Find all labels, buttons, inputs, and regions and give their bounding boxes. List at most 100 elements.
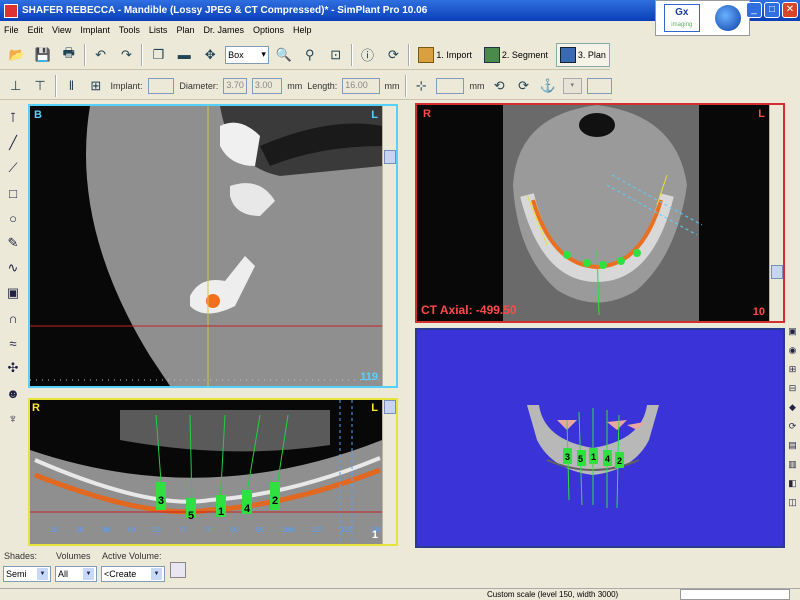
extra-unit: mm [469, 80, 485, 91]
info-icon[interactable]: ⓘ [357, 44, 379, 66]
maximize-button[interactable]: □ [764, 2, 780, 18]
3d-cube-icon[interactable]: ▣ [786, 325, 799, 338]
volumes-select[interactable]: All ▼ [55, 566, 97, 582]
implant-align-icon[interactable]: ‖ [62, 75, 81, 97]
import-icon [418, 46, 435, 63]
menu-tools[interactable]: Tools [119, 25, 140, 35]
bottom-controls: Shades: Semi ▼ Volumes All ▼ Active Volume… [0, 548, 800, 588]
3d-bookmark-icon[interactable]: ◆ [786, 401, 799, 414]
minimize-button[interactable]: _ [746, 2, 762, 18]
3d-layers-icon[interactable]: ▥ [786, 458, 799, 471]
implant-label: 1 [591, 452, 597, 462]
menu-help[interactable]: Help [293, 25, 312, 35]
vendor-logo: Gx imaging [655, 0, 750, 36]
cube-tool-icon[interactable]: ▣ [3, 283, 23, 303]
orientation-left: B [34, 109, 42, 121]
panoramic-view[interactable]: R L 3 5 1 4 2 10 20 30 40 50 60 70 80 90… [28, 398, 398, 546]
add-implant-icon[interactable]: ⊥ [6, 75, 25, 97]
active-volume-select[interactable]: <Create ▼ [101, 566, 165, 582]
diameter-field-2[interactable]: 3.00 [251, 77, 283, 94]
3d-rotate-icon[interactable]: ⟳ [786, 420, 799, 433]
menu-file[interactable]: File [4, 25, 19, 35]
pan-icon[interactable]: ✥ [199, 44, 221, 66]
implant-library-icon[interactable]: ⊞ [86, 75, 105, 97]
move-tool-icon[interactable]: ✣ [3, 358, 23, 378]
redo-icon[interactable]: ↷ [116, 44, 138, 66]
3d-view[interactable]: 3 5 1 4 2 [415, 328, 785, 548]
axial-scrollbar[interactable] [769, 105, 783, 321]
arch-tool-icon[interactable]: ∩ [3, 308, 23, 328]
length-field[interactable]: 16.00 [342, 77, 380, 94]
3d-box-icon[interactable]: ▤ [786, 439, 799, 452]
cross-section-scrollbar[interactable] [382, 106, 396, 386]
implant-label: 4 [244, 503, 251, 515]
measure-icon[interactable]: ⚲ [299, 44, 321, 66]
close-button[interactable]: ✕ [782, 2, 798, 18]
menu-view[interactable]: View [52, 25, 71, 35]
menu-dr-james[interactable]: Dr. James [203, 25, 244, 35]
axial-view[interactable]: R L CT Axial: -499.50 10 [415, 103, 785, 323]
segment-step-button[interactable]: 2. Segment [480, 43, 552, 67]
zoom-icon[interactable]: 🔍 [273, 44, 295, 66]
contrast-icon[interactable]: ▬ [173, 44, 195, 66]
tilt-icon[interactable]: ⟳ [514, 75, 533, 97]
rectangle-tool-icon[interactable]: □ [3, 183, 23, 203]
step-field[interactable] [586, 77, 613, 94]
panoramic-scrollbar[interactable] [382, 400, 396, 544]
menu-options[interactable]: Options [253, 25, 284, 35]
segment-icon [483, 46, 500, 63]
scrollbar-thumb[interactable] [384, 150, 396, 164]
implant-abutment-icon[interactable]: ⊤ [30, 75, 49, 97]
gx-imaging-logo: Gx imaging [663, 4, 700, 32]
scrollbar-thumb[interactable] [384, 400, 396, 414]
3d-eye-icon[interactable]: ◉ [786, 344, 799, 357]
shades-select[interactable]: Semi ▼ [3, 566, 51, 582]
implant-tool-icon[interactable]: ⊺ [3, 108, 23, 128]
length-unit: mm [384, 80, 400, 91]
3d-view-icon[interactable]: ⊞ [786, 363, 799, 376]
position-icon[interactable]: ⊹ [412, 75, 431, 97]
import-step-button[interactable]: 1. Import [414, 43, 476, 67]
polyline-tool-icon[interactable]: ⟋ [3, 158, 23, 178]
anchor-icon[interactable]: ⚓ [538, 75, 557, 97]
menu-bar: File Edit View Implant Tools Lists Plan … [0, 21, 655, 38]
slice-number: 10 [752, 306, 765, 318]
menu-implant[interactable]: Implant [80, 25, 110, 35]
color-picker-icon[interactable] [170, 562, 186, 578]
refresh-icon[interactable]: ⟳ [382, 44, 404, 66]
tooth-tool-icon[interactable]: ♆ [3, 408, 23, 428]
menu-edit[interactable]: Edit [28, 25, 44, 35]
status-field [680, 589, 790, 600]
3d-view-alt-icon[interactable]: ⊟ [786, 382, 799, 395]
fit-window-icon[interactable]: ⊡ [325, 44, 347, 66]
selection-mode-select[interactable]: Box ▾ [225, 45, 269, 64]
menu-lists[interactable]: Lists [149, 25, 168, 35]
undo-icon[interactable]: ↶ [90, 44, 112, 66]
user-tool-icon[interactable]: ☻ [3, 383, 23, 403]
nerve-tool-icon[interactable]: ≈ [3, 333, 23, 353]
curve-tool-icon[interactable]: ∿ [3, 258, 23, 278]
open-icon[interactable]: 📂 [6, 44, 28, 66]
cross-section-view[interactable]: B L 119 [28, 104, 398, 388]
implant-label: 3 [158, 495, 165, 507]
copy-icon[interactable]: ❐ [147, 44, 169, 66]
rotate-icon[interactable]: ⟲ [489, 75, 508, 97]
annotation-tool-icon[interactable]: ✎ [3, 233, 23, 253]
plan-step-button[interactable]: 3. Plan [555, 42, 610, 67]
scrollbar-thumb[interactable] [771, 265, 783, 279]
diameter-field-1[interactable]: 3.70 [223, 77, 247, 94]
3d-reset-icon[interactable]: ◫ [786, 496, 799, 509]
status-text: Custom scale (level 150, width 3000) [487, 590, 619, 599]
step-stepper[interactable]: ▾ [562, 77, 582, 94]
shades-label: Shades: [4, 551, 38, 561]
orientation-right: L [758, 108, 765, 120]
menu-plan[interactable]: Plan [176, 25, 194, 35]
app-icon [4, 3, 18, 18]
extra-field[interactable] [435, 77, 465, 94]
implant-field[interactable] [147, 77, 175, 94]
save-icon[interactable]: 💾 [32, 44, 54, 66]
line-tool-icon[interactable]: ╱ [3, 133, 23, 153]
print-icon[interactable]: 🖶 [58, 44, 80, 66]
3d-clip-icon[interactable]: ◧ [786, 477, 799, 490]
ellipse-tool-icon[interactable]: ○ [3, 208, 23, 228]
